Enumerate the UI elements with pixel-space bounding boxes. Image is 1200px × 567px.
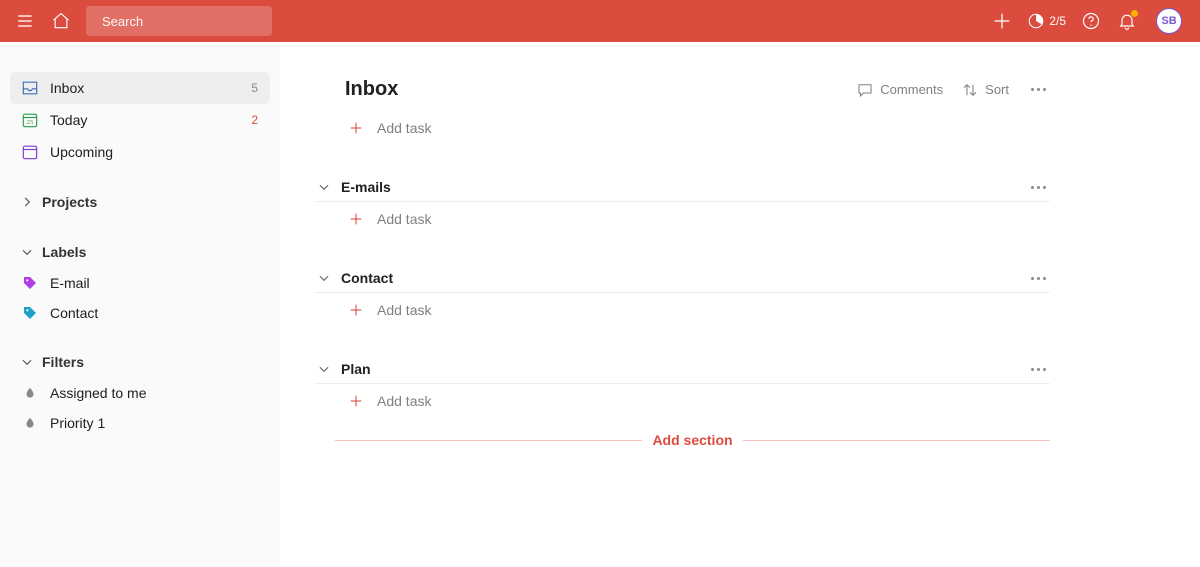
section-title[interactable]: Plan bbox=[341, 361, 371, 377]
comments-button[interactable]: Comments bbox=[856, 81, 943, 99]
topbar: 2/5 SB bbox=[0, 0, 1200, 42]
notification-dot-icon bbox=[1131, 10, 1138, 17]
sidebar-group-labels[interactable]: Labels bbox=[10, 236, 270, 268]
collapse-toggle[interactable] bbox=[315, 180, 333, 194]
sidebar-item-count: 2 bbox=[251, 113, 258, 127]
sidebar-item-count: 5 bbox=[251, 81, 258, 95]
droplet-icon bbox=[20, 413, 40, 433]
chevron-right-icon bbox=[20, 195, 34, 209]
topbar-right: 2/5 SB bbox=[987, 6, 1182, 36]
comments-label: Comments bbox=[880, 82, 943, 97]
sidebar-item-label: Upcoming bbox=[50, 144, 113, 160]
help-button[interactable] bbox=[1076, 6, 1106, 36]
home-button[interactable] bbox=[46, 6, 76, 36]
hamburger-icon bbox=[15, 11, 35, 31]
calendar-upcoming-icon bbox=[20, 142, 40, 162]
section-title[interactable]: Contact bbox=[341, 270, 393, 286]
divider-line bbox=[335, 440, 642, 441]
section-more-button[interactable] bbox=[1027, 273, 1050, 284]
avatar-button[interactable]: SB bbox=[1156, 8, 1182, 34]
add-section-label: Add section bbox=[652, 432, 732, 448]
sidebar-item-inbox[interactable]: Inbox 5 bbox=[10, 72, 270, 104]
main-content: Inbox Comments Sort Add t bbox=[280, 42, 1100, 567]
collapse-toggle[interactable] bbox=[315, 271, 333, 285]
sidebar-group-projects[interactable]: Projects bbox=[10, 186, 270, 218]
add-task-label: Add task bbox=[377, 393, 431, 409]
droplet-icon bbox=[20, 383, 40, 403]
chevron-down-icon bbox=[317, 271, 331, 285]
help-icon bbox=[1081, 11, 1101, 31]
section-more-button[interactable] bbox=[1027, 182, 1050, 193]
add-task-button[interactable]: Add task bbox=[335, 293, 1050, 327]
inbox-icon bbox=[20, 78, 40, 98]
page-title: Inbox bbox=[345, 78, 398, 101]
filter-text: Assigned to me bbox=[50, 385, 147, 401]
tag-icon bbox=[20, 303, 40, 323]
add-section-button[interactable]: Add section bbox=[335, 432, 1050, 448]
label-text: Contact bbox=[50, 305, 98, 321]
sort-icon bbox=[961, 81, 979, 99]
section-header: Contact bbox=[315, 266, 1050, 293]
topbar-left bbox=[10, 6, 272, 36]
sidebar-filter-assigned[interactable]: Assigned to me bbox=[10, 378, 270, 408]
chevron-down-icon bbox=[317, 362, 331, 376]
plus-icon bbox=[347, 392, 365, 410]
sidebar-group-filters[interactable]: Filters bbox=[10, 346, 270, 378]
search-input[interactable] bbox=[102, 14, 278, 29]
plus-icon bbox=[347, 210, 365, 228]
group-label: Projects bbox=[42, 194, 97, 210]
add-task-label: Add task bbox=[377, 211, 431, 227]
view-actions: Comments Sort bbox=[856, 81, 1050, 99]
search-box[interactable] bbox=[86, 6, 272, 36]
calendar-today-icon: 25 bbox=[20, 110, 40, 130]
sidebar-item-upcoming[interactable]: Upcoming bbox=[10, 136, 270, 168]
add-task-button[interactable]: Add task bbox=[335, 384, 1050, 418]
add-task-label: Add task bbox=[377, 120, 431, 136]
home-icon bbox=[51, 11, 71, 31]
plus-icon bbox=[347, 301, 365, 319]
view-more-button[interactable] bbox=[1027, 84, 1050, 95]
section-title[interactable]: E-mails bbox=[341, 179, 391, 195]
plus-icon bbox=[347, 119, 365, 137]
chevron-down-icon bbox=[317, 180, 331, 194]
sidebar-filter-priority1[interactable]: Priority 1 bbox=[10, 408, 270, 438]
plus-icon bbox=[991, 10, 1013, 32]
main-scroll-area[interactable]: Inbox Comments Sort Add t bbox=[280, 42, 1200, 567]
chevron-down-icon bbox=[20, 355, 34, 369]
menu-button[interactable] bbox=[10, 6, 40, 36]
group-label: Filters bbox=[42, 354, 84, 370]
progress-text: 2/5 bbox=[1049, 14, 1066, 28]
quick-add-button[interactable] bbox=[987, 6, 1017, 36]
notifications-button[interactable] bbox=[1112, 6, 1142, 36]
collapse-toggle[interactable] bbox=[315, 362, 333, 376]
label-text: E-mail bbox=[50, 275, 90, 291]
progress-pie-icon bbox=[1027, 12, 1045, 30]
section-contact: Contact Add task bbox=[335, 266, 1050, 327]
add-task-button[interactable]: Add task bbox=[335, 111, 1050, 145]
svg-text:25: 25 bbox=[27, 119, 34, 126]
add-task-button[interactable]: Add task bbox=[335, 202, 1050, 236]
tag-icon bbox=[20, 273, 40, 293]
sidebar: Inbox 5 25 Today 2 Upcoming Projects Lab… bbox=[0, 42, 280, 567]
sidebar-label-contact[interactable]: Contact bbox=[10, 298, 270, 328]
section-more-button[interactable] bbox=[1027, 364, 1050, 375]
filter-text: Priority 1 bbox=[50, 415, 105, 431]
add-task-label: Add task bbox=[377, 302, 431, 318]
sidebar-item-label: Today bbox=[50, 112, 87, 128]
sort-button[interactable]: Sort bbox=[961, 81, 1009, 99]
group-label: Labels bbox=[42, 244, 86, 260]
sort-label: Sort bbox=[985, 82, 1009, 97]
section-emails: E-mails Add task bbox=[335, 175, 1050, 236]
sidebar-label-email[interactable]: E-mail bbox=[10, 268, 270, 298]
view-header: Inbox Comments Sort bbox=[335, 78, 1050, 101]
sidebar-item-today[interactable]: 25 Today 2 bbox=[10, 104, 270, 136]
comment-icon bbox=[856, 81, 874, 99]
section-plan: Plan Add task bbox=[335, 357, 1050, 418]
divider-line bbox=[743, 440, 1050, 441]
chevron-down-icon bbox=[20, 245, 34, 259]
sidebar-item-label: Inbox bbox=[50, 80, 84, 96]
productivity-button[interactable]: 2/5 bbox=[1023, 12, 1070, 30]
section-header: Plan bbox=[315, 357, 1050, 384]
section-header: E-mails bbox=[315, 175, 1050, 202]
